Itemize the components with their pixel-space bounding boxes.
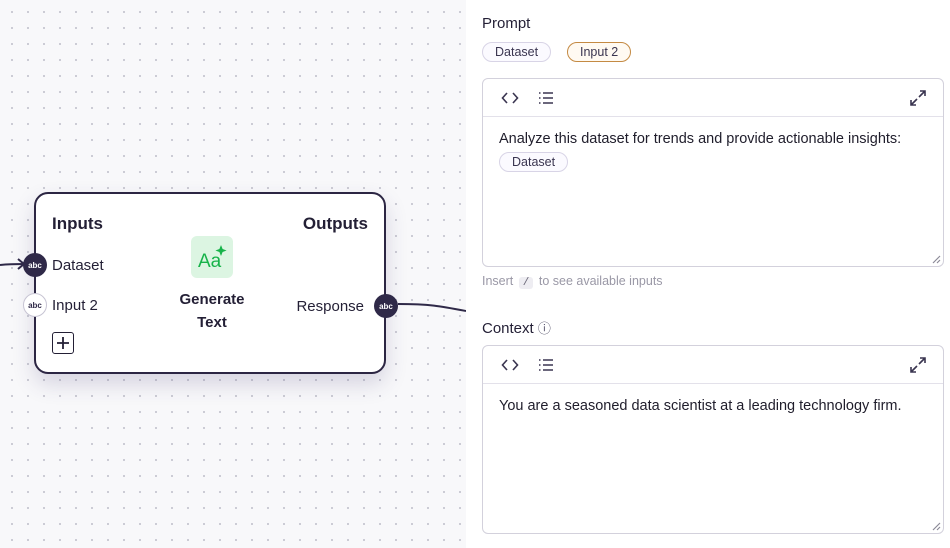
context-label-text: Context xyxy=(482,320,534,337)
prompt-hint: Insert / to see available inputs xyxy=(482,274,663,289)
code-icon[interactable] xyxy=(501,356,519,374)
hint-rest: to see available inputs xyxy=(538,274,663,288)
svg-text:Aa: Aa xyxy=(198,251,222,271)
workflow-canvas[interactable]: Inputs Outputs abc Dataset abc Input 2 a… xyxy=(0,0,466,548)
context-label: Context ⓘ xyxy=(482,318,551,337)
prompt-text: Analyze this dataset for trends and prov… xyxy=(499,131,902,147)
resize-handle-icon[interactable] xyxy=(931,521,941,531)
context-text: You are a seasoned data scientist at a l… xyxy=(499,398,902,414)
node-title-line2: Text xyxy=(197,314,227,331)
context-editor[interactable]: You are a seasoned data scientist at a l… xyxy=(482,345,944,534)
code-icon[interactable] xyxy=(501,89,519,107)
list-icon[interactable] xyxy=(537,89,555,107)
prompt-inline-chip-dataset[interactable]: Dataset xyxy=(499,152,569,172)
node-title-line1: Generate xyxy=(179,291,245,308)
context-toolbar xyxy=(483,346,943,384)
hint-insert: Insert xyxy=(482,274,514,288)
node-title: Generate Text xyxy=(162,288,262,334)
add-input-button[interactable] xyxy=(52,332,74,354)
expand-icon[interactable] xyxy=(909,356,927,374)
plus-icon xyxy=(57,337,69,349)
prompt-chip-input-2[interactable]: Input 2 xyxy=(567,42,632,62)
output-port-response[interactable]: abc xyxy=(374,294,398,318)
inputs-heading: Inputs xyxy=(52,214,103,233)
expand-icon[interactable] xyxy=(909,89,927,107)
text-sparkle-icon: Aa xyxy=(191,236,233,278)
prompt-editor[interactable]: Analyze this dataset for trends and prov… xyxy=(482,78,944,267)
input-port-dataset[interactable]: abc xyxy=(23,253,47,277)
input-label-input-2: Input 2 xyxy=(52,297,98,314)
input-label-dataset: Dataset xyxy=(52,257,104,274)
hint-key: / xyxy=(518,277,534,289)
output-label-response: Response xyxy=(296,298,364,315)
node-settings-panel: Prompt Dataset Input 2 Analyze this data… xyxy=(466,0,950,548)
generate-text-node[interactable]: Inputs Outputs abc Dataset abc Input 2 a… xyxy=(23,192,398,374)
prompt-toolbar xyxy=(483,79,943,117)
info-icon[interactable]: ⓘ xyxy=(538,321,551,336)
outputs-heading: Outputs xyxy=(302,214,368,233)
resize-handle-icon[interactable] xyxy=(931,254,941,264)
prompt-label: Prompt xyxy=(482,15,531,32)
prompt-chip-dataset[interactable]: Dataset xyxy=(482,42,552,62)
incoming-wire xyxy=(0,263,25,266)
input-port-input-2[interactable]: abc xyxy=(23,293,47,317)
outgoing-wire xyxy=(397,303,466,312)
list-icon[interactable] xyxy=(537,356,555,374)
